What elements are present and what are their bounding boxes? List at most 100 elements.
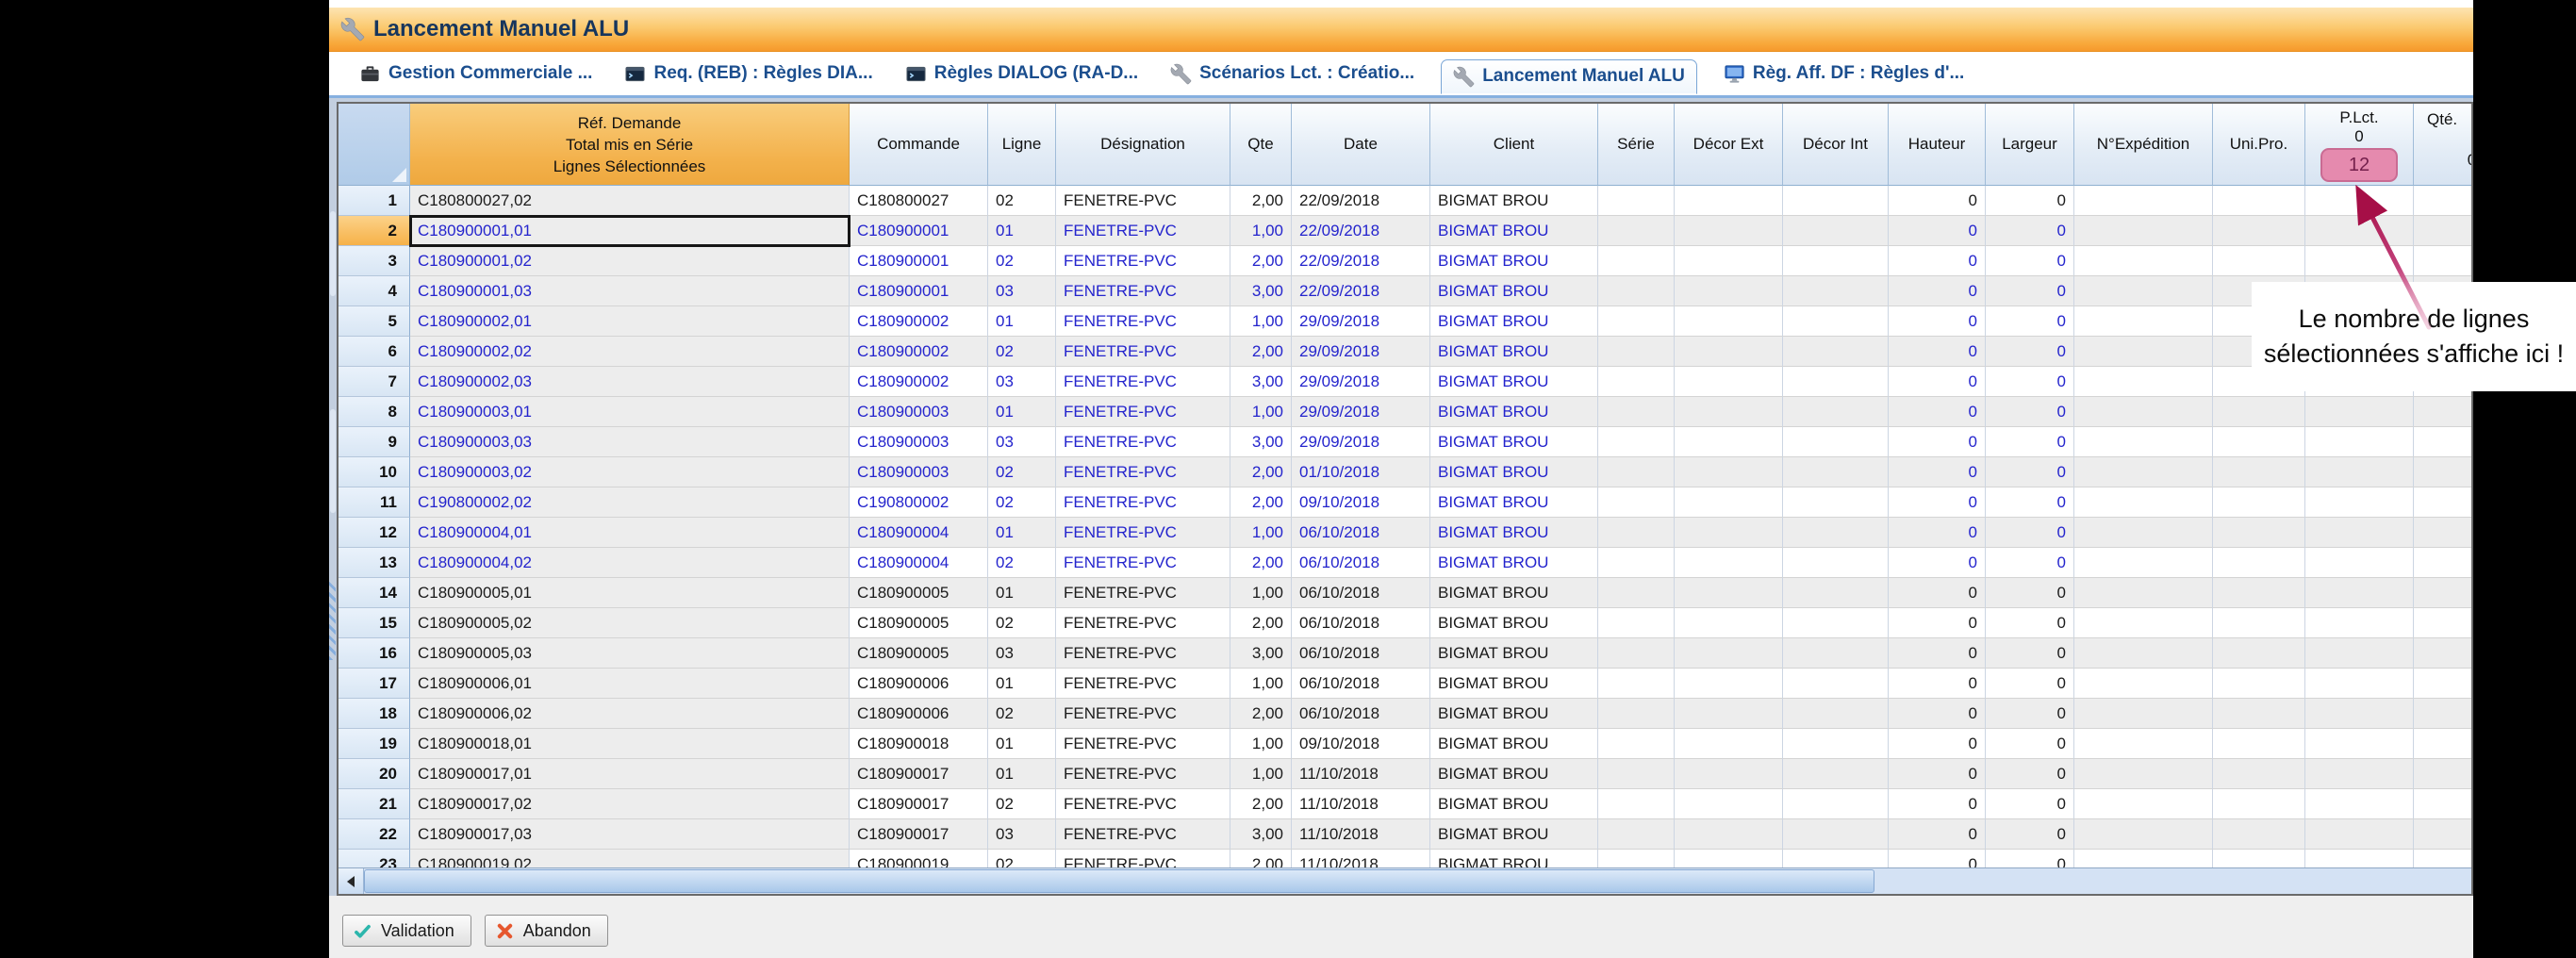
cell-client[interactable]: BIGMAT BROU [1430,487,1598,518]
cell-uni_pro[interactable] [2213,487,2305,518]
cell-client[interactable]: BIGMAT BROU [1430,306,1598,337]
row-number[interactable]: 8 [339,397,410,427]
cell-commande[interactable]: C180900017 [850,759,988,789]
cell-largeur[interactable]: 0 [1986,306,2074,337]
cell-decor_int[interactable] [1783,850,1889,867]
cell-ref[interactable]: C180900005,03 [410,638,850,669]
cell-date[interactable]: 11/10/2018 [1292,819,1430,850]
cell-date[interactable]: 06/10/2018 [1292,669,1430,699]
cell-qte[interactable]: 3,00 [1230,427,1292,457]
cell-qte_lct[interactable] [2414,699,2473,729]
cell-commande[interactable]: C180900018 [850,729,988,759]
cell-ligne[interactable]: 03 [988,276,1056,306]
cell-decor_int[interactable] [1783,759,1889,789]
column-header-client[interactable]: Client [1430,104,1598,186]
cell-designation[interactable]: FENETRE-PVC [1056,457,1230,487]
cell-date[interactable]: 29/09/2018 [1292,337,1430,367]
cell-serie[interactable] [1598,397,1675,427]
row-number[interactable]: 7 [339,367,410,397]
cell-commande[interactable]: C180900002 [850,367,988,397]
cell-commande[interactable]: C180900006 [850,699,988,729]
cell-serie[interactable] [1598,789,1675,819]
cell-largeur[interactable]: 0 [1986,276,2074,306]
cell-date[interactable]: 29/09/2018 [1292,306,1430,337]
cell-commande[interactable]: C180900005 [850,578,988,608]
cell-largeur[interactable]: 0 [1986,337,2074,367]
cell-uni_pro[interactable] [2213,548,2305,578]
cell-ligne[interactable]: 01 [988,397,1056,427]
cell-decor_int[interactable] [1783,337,1889,367]
cell-n_expedition[interactable] [2074,819,2213,850]
cell-p_lct[interactable] [2305,699,2414,729]
left-splitter-grip[interactable] [329,581,336,660]
cell-qte_lct[interactable] [2414,669,2473,699]
cell-qte_lct[interactable] [2414,850,2473,867]
cell-date[interactable]: 06/10/2018 [1292,578,1430,608]
tab-sc-narios-lct-cr-atio[interactable]: Scénarios Lct. : Créatio... [1164,58,1420,91]
cell-decor_ext[interactable] [1675,367,1783,397]
cell-designation[interactable]: FENETRE-PVC [1056,789,1230,819]
cell-designation[interactable]: FENETRE-PVC [1056,216,1230,246]
cell-hauteur[interactable]: 0 [1889,699,1986,729]
cell-ref[interactable]: C180900003,01 [410,397,850,427]
cell-qte_lct[interactable] [2414,246,2473,276]
column-header-hauteur[interactable]: Hauteur [1889,104,1986,186]
cell-ligne[interactable]: 01 [988,216,1056,246]
cell-qte_lct[interactable] [2414,427,2473,457]
cell-p_lct[interactable] [2305,397,2414,427]
cell-uni_pro[interactable] [2213,759,2305,789]
cell-ref[interactable]: C180900002,01 [410,306,850,337]
cell-serie[interactable] [1598,216,1675,246]
cell-qte_lct[interactable] [2414,578,2473,608]
cell-qte[interactable]: 1,00 [1230,306,1292,337]
cell-qte_lct[interactable] [2414,518,2473,548]
cell-hauteur[interactable]: 0 [1889,246,1986,276]
cell-n_expedition[interactable] [2074,397,2213,427]
cell-ligne[interactable]: 03 [988,819,1056,850]
cell-qte_lct[interactable] [2414,729,2473,759]
row-number[interactable]: 1 [339,186,410,216]
cell-decor_ext[interactable] [1675,337,1783,367]
row-number[interactable]: 2 [339,216,410,246]
cell-n_expedition[interactable] [2074,306,2213,337]
cell-serie[interactable] [1598,306,1675,337]
cell-hauteur[interactable]: 0 [1889,367,1986,397]
cell-client[interactable]: BIGMAT BROU [1430,699,1598,729]
column-header-decor_int[interactable]: Décor Int [1783,104,1889,186]
cell-ligne[interactable]: 02 [988,548,1056,578]
cell-hauteur[interactable]: 0 [1889,669,1986,699]
cell-hauteur[interactable]: 0 [1889,276,1986,306]
cell-largeur[interactable]: 0 [1986,819,2074,850]
cell-date[interactable]: 06/10/2018 [1292,608,1430,638]
cell-n_expedition[interactable] [2074,759,2213,789]
cell-ref[interactable]: C180900019,02 [410,850,850,867]
cell-qte_lct[interactable] [2414,819,2473,850]
cell-decor_ext[interactable] [1675,216,1783,246]
cell-date[interactable]: 22/09/2018 [1292,276,1430,306]
cell-ligne[interactable]: 02 [988,337,1056,367]
validation-button[interactable]: Validation [342,915,471,947]
cell-ref[interactable]: C180900004,01 [410,518,850,548]
cell-hauteur[interactable]: 0 [1889,216,1986,246]
cell-hauteur[interactable]: 0 [1889,608,1986,638]
row-number[interactable]: 9 [339,427,410,457]
cell-commande[interactable]: C180900005 [850,638,988,669]
cell-decor_int[interactable] [1783,608,1889,638]
cell-hauteur[interactable]: 0 [1889,729,1986,759]
cell-qte[interactable]: 1,00 [1230,518,1292,548]
cell-ref[interactable]: C180900005,01 [410,578,850,608]
cell-qte_lct[interactable] [2414,638,2473,669]
cell-decor_int[interactable] [1783,397,1889,427]
cell-ligne[interactable]: 02 [988,457,1056,487]
cell-uni_pro[interactable] [2213,669,2305,699]
cell-commande[interactable]: C190800002 [850,487,988,518]
cell-hauteur[interactable]: 0 [1889,819,1986,850]
cell-largeur[interactable]: 0 [1986,487,2074,518]
cell-p_lct[interactable] [2305,819,2414,850]
cell-client[interactable]: BIGMAT BROU [1430,638,1598,669]
scroll-left-arrow[interactable] [339,868,364,894]
cell-date[interactable]: 06/10/2018 [1292,548,1430,578]
cell-qte[interactable]: 2,00 [1230,487,1292,518]
cell-hauteur[interactable]: 0 [1889,548,1986,578]
cell-n_expedition[interactable] [2074,186,2213,216]
